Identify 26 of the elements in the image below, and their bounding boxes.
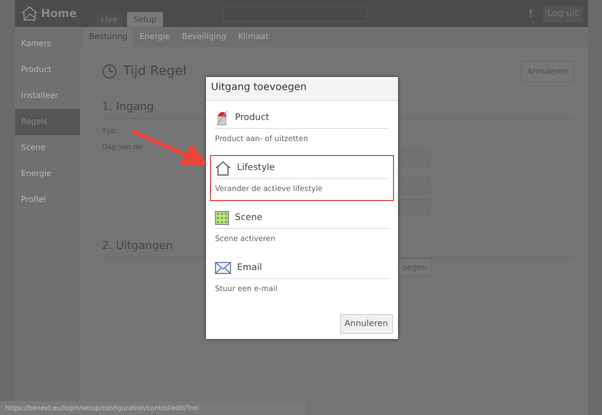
option-title: Scene [235,213,262,223]
grid-icon [215,211,229,225]
plug-icon [215,110,229,126]
input-field[interactable] [398,177,430,194]
tab[interactable]: Beveiliging [176,27,232,47]
sidebar-item[interactable]: Energie [15,161,80,187]
envelope-icon [215,262,231,274]
tab[interactable]: Klimaat [232,27,274,47]
sidebar-item[interactable]: Scene [15,135,80,161]
cancel-button[interactable]: Annuleren [340,314,393,334]
arrow-icon [130,128,208,168]
house-icon [21,6,38,21]
house-icon [215,160,231,176]
sidebar-item[interactable]: Installeer [15,83,80,109]
clock-icon [102,64,117,79]
sidebar-item[interactable]: Profiel [15,187,80,213]
input-field[interactable] [398,199,430,216]
option-title: Lifestyle [237,163,275,173]
option-title: Email [237,263,262,273]
tab[interactable]: Energie [133,27,176,47]
logo-text: Home [41,7,77,20]
sidebar-item[interactable]: Kamers [15,31,80,57]
sidebar-item[interactable]: Product [15,57,80,83]
dialog-title: Uitgang toevoegen [206,77,398,101]
alert-mark: ! [528,7,534,20]
input-field[interactable] [398,150,430,167]
